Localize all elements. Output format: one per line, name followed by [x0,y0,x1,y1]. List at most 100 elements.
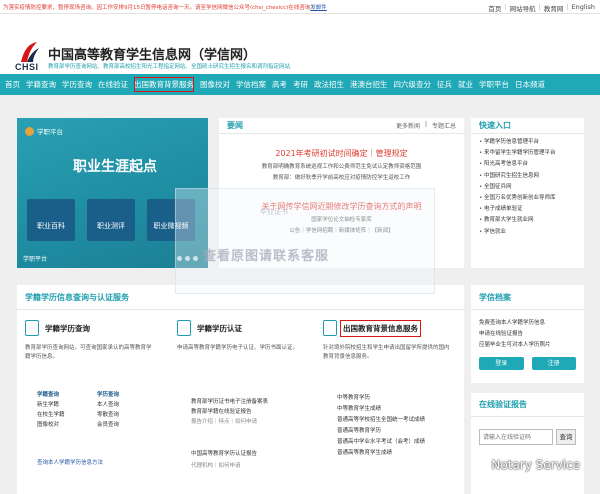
top-link-edu[interactable]: 教育网 [544,3,564,13]
overseas-item[interactable]: 中等教育学历 [337,393,370,401]
notice-link[interactable]: 发邮件 [310,5,327,11]
overseas-item[interactable]: 普通高等学校招生全国统一考试成绩 [337,415,425,423]
login-button[interactable]: 登录 [479,357,524,370]
nav-archive[interactable]: 学信档案 [233,74,269,95]
banner-footer: 学职平台 [23,256,48,263]
cert-item[interactable]: 教育部学籍在线验证报告 [191,407,252,415]
notice-text: 为落实疫情防控要求，暂停现场咨询。因工作安排9月15日暂停电话咨询一天。请至学信… [3,5,327,11]
nav-enrollment-query[interactable]: 学籍查询 [23,74,59,95]
quick-link[interactable]: 中国研究生招生信息网 [479,171,576,182]
archive-line: 应届毕业生可对本人学历照片 [479,342,551,348]
site-title: 中国高等教育学生信息网（学信网） [48,48,257,63]
news-item[interactable]: 教育部：做好秋季开学前高校应对疫情防控学生返校工作 [219,173,464,181]
quick-link[interactable]: 全国征兵网 [479,182,576,193]
archive-title: 学信档案 [479,292,511,302]
nav-kaoyan[interactable]: 考研 [290,74,311,95]
banner-tile-assessment[interactable]: 职业测评 [87,199,135,241]
banner-logo: 学职平台 [25,126,63,136]
quick-link[interactable]: 来华留学生学籍学历管理平台 [479,148,576,159]
site-header: CHSI 中国高等教育学生信息网（学信网） 教育部学历查询网站、教育部高校招生阳… [0,14,600,74]
watermark-subtext: 毕业证书 [260,208,288,216]
watermark-box [175,188,435,294]
cert-item[interactable]: 中国高等教育学历认证报告 [191,449,257,457]
nav-career-platform[interactable]: 学职平台 [476,74,512,95]
col-desc: 申请高等教育学籍学历电子认证、学历书面认证。 [177,345,299,351]
grid-link[interactable]: 会员查询 [97,420,157,428]
top-link-home[interactable]: 首页 [488,3,501,13]
news-headline[interactable]: 2021年考研初试时间确定｜管理规定 [219,148,464,159]
verify-title: 在线验证报告 [479,400,527,409]
divider: | [424,121,427,128]
banner-title: 职业生涯起点 [73,159,157,175]
nav-military[interactable]: 征兵 [434,74,455,95]
globe-icon [323,320,337,336]
quick-entry-title: 快速入口 [479,121,511,130]
special-topics-link[interactable]: 专题汇总 [432,121,456,130]
query-method-link[interactable]: 查询本人学籍学历信息方法 [37,458,103,466]
grid-link[interactable]: 在校生学籍 [37,410,97,418]
register-button[interactable]: 注册 [531,357,576,370]
col-desc: 教育部学历查询网站，可查询国家承认的高等教育学籍学历信息。 [25,345,152,360]
archive-line: 免费查询本人学籍学历信息 [479,320,546,326]
nav-cet-score[interactable]: 四六级查分 [391,74,435,95]
nav-image-check[interactable]: 图像校对 [197,74,233,95]
verify-search-button[interactable]: 查询 [556,429,576,445]
top-link-sitemap[interactable]: 网站导航 [510,3,536,13]
col-title[interactable]: 学籍学历查询 [45,323,90,334]
query-grid: 学籍查询 学历查询 新生学籍 本人查询 在校生学籍 零散查询 图像校对 会员查询 [37,390,157,428]
quick-link[interactable]: 电子成绩单验证 [479,204,576,215]
archive-buttons: 登录 注册 [471,351,584,370]
grid-header: 学籍查询 [37,392,60,398]
quick-link[interactable]: 学籍学历信息管理平台 [479,137,576,148]
cert-links[interactable]: 报告介绍｜特点｜如何申请 [191,417,257,425]
archive-line: 申请在线验证报告 [479,331,524,337]
verify-code-input[interactable] [479,429,553,445]
more-news-link[interactable]: 更多新闻 [396,121,420,130]
grid-header: 学历查询 [97,392,120,398]
cert-links[interactable]: 代理机构｜如何申请 [191,461,241,469]
verify-header: 在线验证报告 [471,393,584,417]
quick-link[interactable]: 学信就业 [479,227,576,238]
nav-hk-tw-admission[interactable]: 港澳台招生 [347,74,391,95]
nav-home[interactable]: 首页 [2,74,23,95]
quick-entry-list: 学籍学历信息管理平台 来华留学生学籍学历管理平台 阳光高考信息平台 中国研究生招… [471,134,584,241]
certificate-icon [177,320,191,336]
nav-degree-query[interactable]: 学历查询 [59,74,95,95]
overseas-item[interactable]: 普通高等教育学生成绩 [337,448,392,456]
news-item[interactable]: 教育部明确教育系统巡视工作和公费师范生免试认定教师资格范围 [219,162,464,170]
nav-gaokao[interactable]: 高考 [269,74,290,95]
nav-overseas-service[interactable]: 出国教育背景服务 [131,74,197,95]
overseas-item[interactable]: 普通高等教育学历 [337,426,381,434]
col-desc: 针对境外院校招生和学生申请出国留学所提供的国内教育背景信息服务。 [323,345,450,360]
quick-link[interactable]: 教育部大学生就业网 [479,215,576,226]
grid-link[interactable]: 图像校对 [37,420,97,428]
grid-link[interactable]: 本人查询 [97,400,157,408]
top-bar: 为落实疫情防控要求，暂停现场咨询。因工作安排9月15日暂停电话咨询一天。请至学信… [0,0,600,14]
top-links: 首页 | 网站导航 | 教育网 | English [488,3,595,13]
top-link-english[interactable]: English [572,3,595,13]
col-title[interactable]: 学籍学历认证 [197,323,242,334]
banner-logo-icon [25,126,34,136]
quick-link[interactable]: 阳光高考信息平台 [479,159,576,170]
quick-entry-header: 快速入口 [471,118,584,134]
banner-tile-encyclopedia[interactable]: 职业百科 [27,199,75,241]
nav-japan[interactable]: 日本频道 [512,74,548,95]
quick-link[interactable]: 全国万名优秀创新创业导师库 [479,193,576,204]
news-more-links: 更多新闻 | 专题汇总 [396,121,456,130]
news-header: 要闻 更多新闻 | 专题汇总 [219,118,464,134]
main-nav: 首页 学籍查询 学历查询 在线验证 出国教育背景服务 图像校对 学信档案 高考 … [0,74,600,95]
grid-link[interactable]: 零散查询 [97,410,157,418]
divider: | [566,3,569,11]
divider: | [504,3,507,11]
verify-form: 查询 [471,417,584,445]
col-title-overseas[interactable]: 出国教育背景信息服务 [340,320,421,337]
nav-employment[interactable]: 就业 [455,74,476,95]
nav-online-verify[interactable]: 在线验证 [95,74,131,95]
overseas-item[interactable]: 中等教育学生成绩 [337,404,381,412]
nav-law-admission[interactable]: 政法招生 [311,74,347,95]
cert-item[interactable]: 教育部学历证书电子注册备案表 [191,397,268,405]
overseas-item[interactable]: 普通高中学业水平考试（会考）成绩 [337,437,425,445]
grid-link[interactable]: 新生学籍 [37,400,97,408]
quick-entry-panel: 快速入口 学籍学历信息管理平台 来华留学生学籍学历管理平台 阳光高考信息平台 中… [471,118,584,268]
archive-header: 学信档案 [471,285,584,310]
